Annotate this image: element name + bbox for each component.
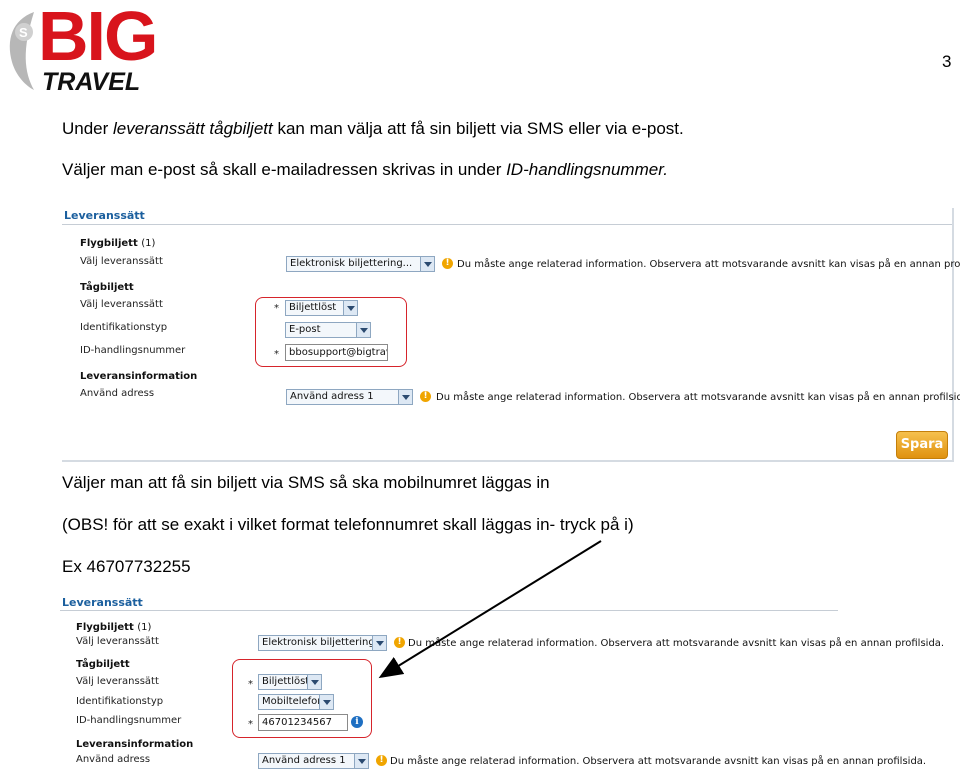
- pointer-arrow-icon: [378, 540, 602, 679]
